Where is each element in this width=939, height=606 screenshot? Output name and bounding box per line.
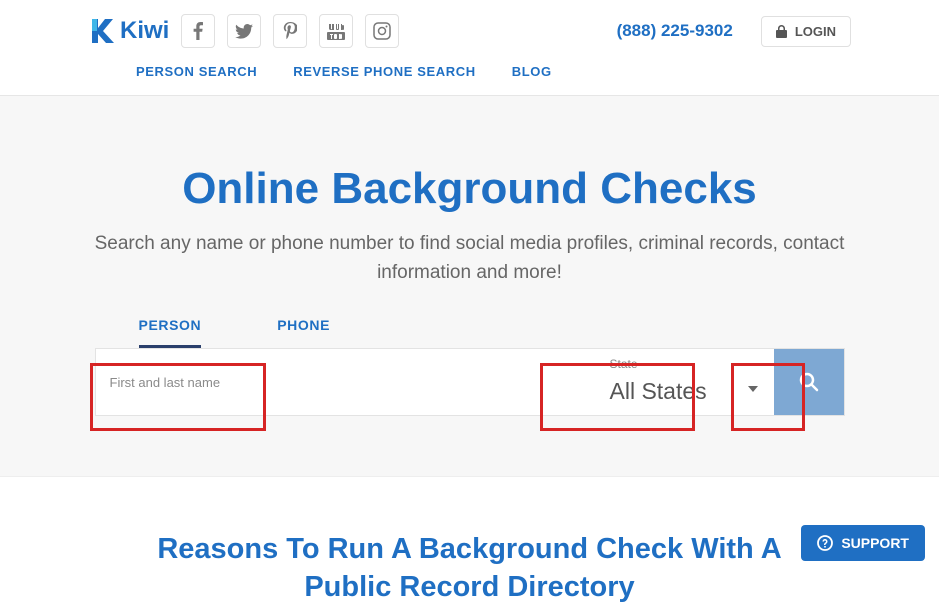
search-icon	[799, 372, 819, 392]
nav-blog[interactable]: BLOG	[512, 64, 552, 79]
search-tabs: PERSON PHONE	[95, 317, 845, 348]
facebook-icon[interactable]	[181, 14, 215, 48]
twitter-icon[interactable]	[227, 14, 261, 48]
help-icon	[817, 535, 833, 551]
name-input[interactable]	[96, 349, 596, 415]
tab-phone[interactable]: PHONE	[277, 317, 330, 348]
state-select[interactable]: State All States	[596, 349, 774, 415]
state-field-label: State	[610, 357, 638, 371]
nav-person-search[interactable]: PERSON SEARCH	[136, 64, 257, 79]
login-button[interactable]: LOGIN	[761, 16, 851, 47]
primary-nav: PERSON SEARCH REVERSE PHONE SEARCH BLOG	[0, 48, 939, 96]
brand-name: Kiwi	[120, 17, 169, 45]
support-button[interactable]: SUPPORT	[801, 525, 925, 561]
login-label: LOGIN	[795, 24, 836, 39]
logo-mark-icon	[88, 17, 114, 45]
state-value: All States	[610, 378, 707, 405]
hero-title: Online Background Checks	[0, 164, 939, 214]
hero-subtitle: Search any name or phone number to find …	[90, 230, 850, 287]
support-label: SUPPORT	[841, 535, 909, 551]
pinterest-icon[interactable]	[273, 14, 307, 48]
tab-person[interactable]: PERSON	[139, 317, 202, 348]
instagram-icon[interactable]	[365, 14, 399, 48]
search-form: State All States	[95, 348, 845, 416]
phone-number[interactable]: (888) 225-9302	[617, 21, 733, 41]
search-button[interactable]	[774, 349, 844, 415]
brand-logo[interactable]: Kiwi	[88, 17, 169, 45]
youtube-icon[interactable]	[319, 14, 353, 48]
lock-icon	[776, 25, 787, 38]
chevron-down-icon	[748, 379, 758, 397]
nav-reverse-phone-search[interactable]: REVERSE PHONE SEARCH	[293, 64, 475, 79]
